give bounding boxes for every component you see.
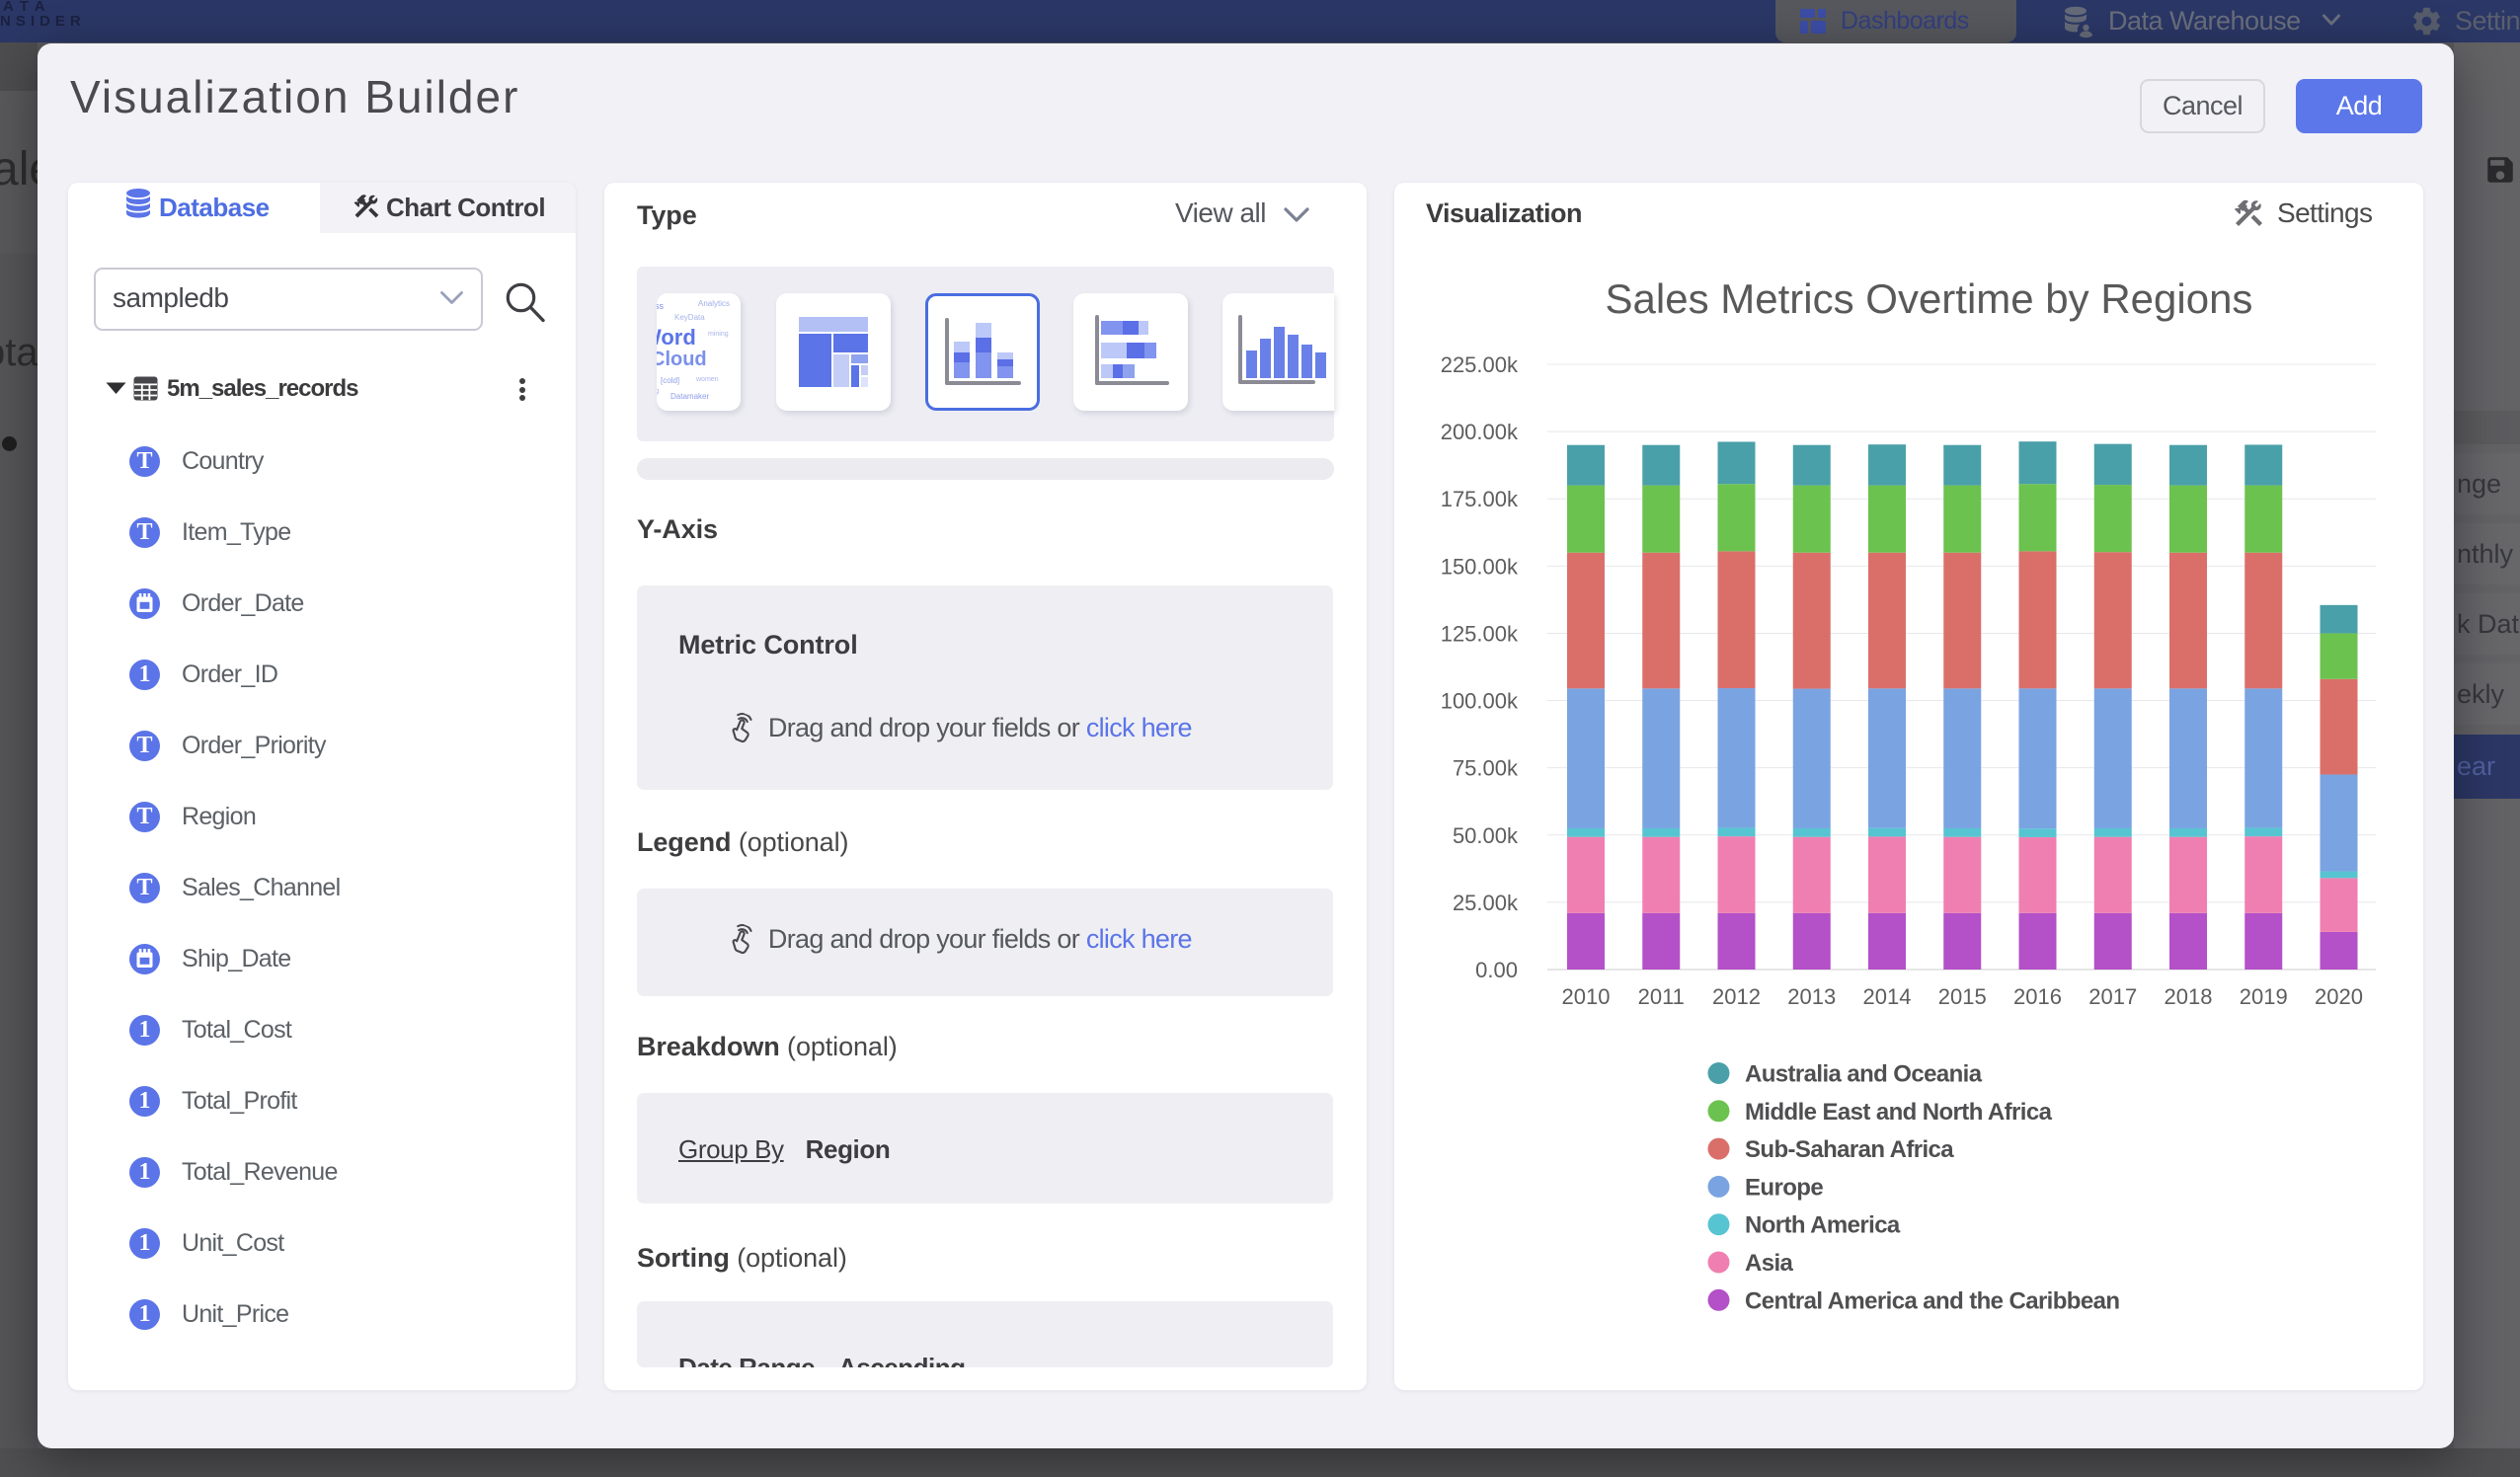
svg-text:2018: 2018 (2165, 984, 2213, 1009)
svg-text:75.00k: 75.00k (1453, 756, 1519, 781)
svg-text:2011: 2011 (1638, 984, 1685, 1009)
svg-text:2017: 2017 (2088, 984, 2137, 1009)
svg-text:Middle East and North Africa: Middle East and North Africa (1745, 1099, 2053, 1126)
svg-text:150.00k: 150.00k (1441, 554, 1519, 579)
svg-text:Australia and Oceania: Australia and Oceania (1745, 1061, 1983, 1088)
svg-text:2013: 2013 (1787, 984, 1836, 1009)
svg-text:50.00k: 50.00k (1453, 823, 1519, 848)
svg-text:175.00k: 175.00k (1441, 487, 1519, 511)
svg-text:2016: 2016 (2013, 984, 2062, 1009)
svg-text:Sales Metrics Overtime by Regi: Sales Metrics Overtime by Regions (1606, 275, 2253, 322)
svg-text:Asia: Asia (1745, 1250, 1794, 1277)
svg-text:200.00k: 200.00k (1441, 420, 1519, 444)
svg-text:Europe: Europe (1745, 1174, 1823, 1201)
svg-text:2015: 2015 (1938, 984, 1987, 1009)
svg-text:125.00k: 125.00k (1441, 621, 1519, 646)
svg-text:North America: North America (1745, 1212, 1901, 1239)
svg-text:Central America and the Caribb: Central America and the Caribbean (1745, 1287, 2119, 1314)
svg-text:100.00k: 100.00k (1441, 689, 1519, 714)
svg-text:Sub-Saharan Africa: Sub-Saharan Africa (1745, 1136, 1954, 1163)
svg-text:225.00k: 225.00k (1441, 352, 1519, 377)
svg-text:2012: 2012 (1712, 984, 1761, 1009)
svg-text:0.00: 0.00 (1475, 958, 1518, 982)
svg-text:2019: 2019 (2240, 984, 2288, 1009)
svg-text:25.00k: 25.00k (1453, 891, 1519, 915)
svg-text:2020: 2020 (2315, 984, 2363, 1009)
svg-text:2010: 2010 (1562, 984, 1611, 1009)
svg-text:2014: 2014 (1863, 984, 1912, 1009)
